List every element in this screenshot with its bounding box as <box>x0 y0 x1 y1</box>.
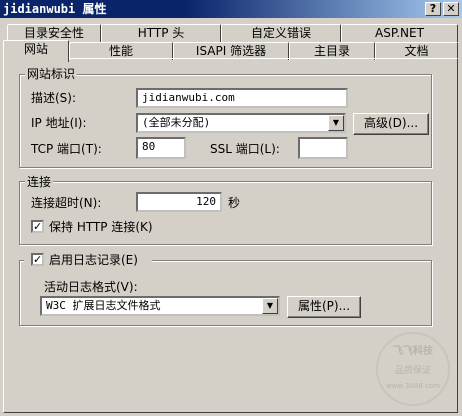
ip-address-value: (全部未分配) <box>142 116 211 129</box>
check-icon: ✓ <box>33 253 43 266</box>
timeout-unit: 秒 <box>228 196 241 210</box>
ssl-port-input[interactable] <box>298 137 348 159</box>
chevron-down-icon: ▼ <box>332 118 340 127</box>
tab-label: 文档 <box>404 44 429 58</box>
ip-address-select[interactable]: (全部未分配) <box>136 113 346 133</box>
tcp-port-input[interactable]: 80 <box>136 137 186 159</box>
ip-dropdown-button[interactable]: ▼ <box>328 115 344 131</box>
tab-label: 自定义错误 <box>250 26 311 40</box>
enable-logging-label: 启用日志记录(E) <box>49 253 138 267</box>
watermark-top: 飞飞科技 <box>393 346 433 357</box>
tab-aspnet[interactable]: ASP.NET <box>341 24 458 42</box>
tab-custom-errors[interactable]: 自定义错误 <box>221 24 341 42</box>
log-format-label: 活动日志格式(V): <box>44 280 138 294</box>
watermark-bottom: www.3A88.com <box>385 382 441 390</box>
connections-legend: 连接 <box>25 175 54 189</box>
timeout-label: 连接超时(N): <box>31 196 102 210</box>
log-properties-button[interactable]: 属性(P)... <box>287 296 361 318</box>
help-button[interactable]: ? <box>425 2 441 16</box>
log-properties-button-label: 属性(P)... <box>297 299 351 313</box>
tab-label: HTTP 头 <box>137 26 185 40</box>
tab-label: 目录安全性 <box>23 26 84 40</box>
connections-group <box>19 181 432 245</box>
tab-website[interactable]: 网站 <box>3 40 69 62</box>
tab-label: ASP.NET <box>375 26 424 40</box>
keepalive-checkbox[interactable]: ✓ <box>31 220 44 233</box>
tab-label: 性能 <box>108 44 133 58</box>
window-title: jidianwubi 属性 <box>3 2 107 16</box>
ip-address-label: IP 地址(I): <box>31 116 87 130</box>
description-label: 描述(S): <box>31 91 77 105</box>
tcp-port-label: TCP 端口(T): <box>31 142 102 156</box>
description-input[interactable]: jidianwubi.com <box>136 88 348 108</box>
log-format-select[interactable]: W3C 扩展日志文件格式 <box>40 296 280 316</box>
watermark-middle: 品质保证 <box>394 366 431 376</box>
title-bar: jidianwubi 属性 <box>0 0 462 18</box>
chevron-down-icon: ▼ <box>266 301 274 310</box>
close-button[interactable]: ✕ <box>443 2 459 16</box>
ssl-port-label: SSL 端口(L): <box>210 142 280 156</box>
log-format-dropdown-button[interactable]: ▼ <box>262 298 278 314</box>
timeout-input[interactable]: 120 <box>136 192 222 212</box>
tab-label: 网站 <box>23 42 48 56</box>
advanced-button[interactable]: 高级(D)... <box>353 113 429 135</box>
check-icon: ✓ <box>33 220 43 233</box>
watermark-seal: 飞飞科技 品质保证 www.3A88.com <box>376 332 450 406</box>
website-id-legend: 网站标识 <box>25 67 78 81</box>
enable-logging-checkbox[interactable]: ✓ <box>31 253 44 266</box>
keepalive-label: 保持 HTTP 连接(K) <box>49 220 153 234</box>
log-format-value: W3C 扩展日志文件格式 <box>46 299 161 312</box>
tab-http-headers[interactable]: HTTP 头 <box>101 24 221 42</box>
advanced-button-label: 高级(D)... <box>363 116 419 130</box>
help-icon: ? <box>429 2 437 15</box>
tab-label: ISAPI 筛选器 <box>195 44 267 58</box>
tab-label: 主目录 <box>313 44 350 58</box>
close-icon: ✕ <box>446 2 456 15</box>
